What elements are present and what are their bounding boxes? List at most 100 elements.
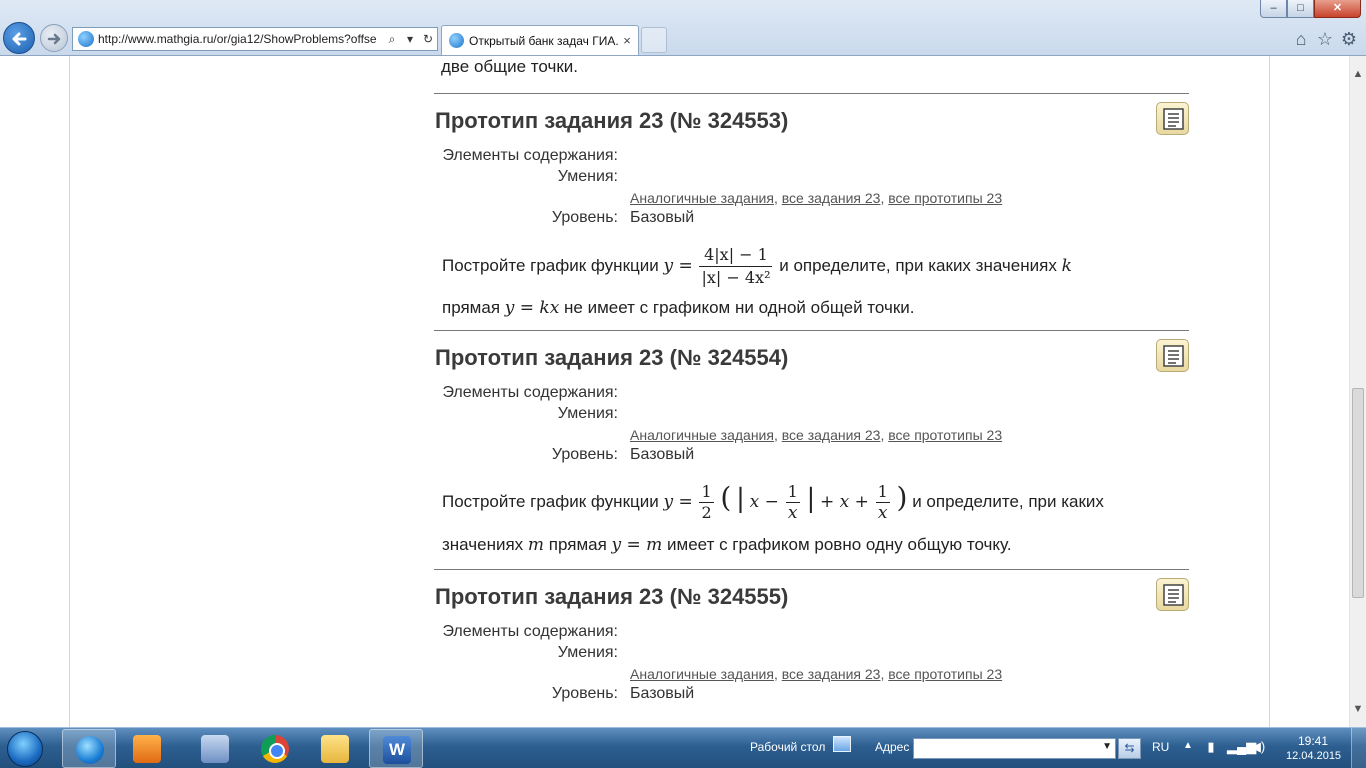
folder-icon bbox=[321, 735, 349, 763]
level-value: Базовый bbox=[630, 446, 695, 463]
label-skills: Умения: bbox=[557, 644, 618, 661]
forward-button[interactable] bbox=[40, 24, 68, 52]
statement-text: значениях bbox=[442, 535, 524, 554]
clock-time[interactable]: 19:41 bbox=[1298, 734, 1328, 748]
paren-open: ( bbox=[720, 481, 732, 514]
word-icon: W bbox=[383, 736, 411, 764]
new-tab-button[interactable] bbox=[641, 27, 667, 53]
divider bbox=[434, 330, 1189, 331]
usb-device-icon[interactable]: ▮ bbox=[1203, 739, 1219, 755]
inner-denominator: x bbox=[785, 502, 800, 523]
statement-text: имеет с графиком ровно одну общую точку. bbox=[667, 535, 1012, 554]
formula-fraction: 4|x| − 1 |x| − 4x² bbox=[699, 244, 773, 289]
taskbar-address-input[interactable]: ▼ bbox=[913, 738, 1116, 759]
internet-explorer-icon bbox=[76, 736, 104, 764]
taskbar-ie-button[interactable] bbox=[62, 729, 116, 768]
taskbar: W Рабочий стол Адрес ▼ ⇆ RU ▲ ▮ ▂▄▆ ◀) 1… bbox=[0, 727, 1366, 768]
close-window-button[interactable]: ✕ bbox=[1314, 0, 1361, 18]
search-icon[interactable]: ⌕ bbox=[383, 32, 401, 47]
tab-title: Открытый банк задач ГИА... bbox=[469, 33, 619, 48]
address-dropdown-icon[interactable]: ▾ bbox=[401, 32, 419, 46]
problem-statement-line1: Постройте график функции y = 4|x| − 1 |x… bbox=[442, 244, 1072, 289]
back-arrow-icon bbox=[12, 32, 27, 46]
all-tasks-link[interactable]: все задания 23 bbox=[782, 190, 881, 206]
label-level: Уровень: bbox=[551, 446, 618, 463]
similar-tasks-link[interactable]: Аналогичные задания bbox=[630, 427, 774, 443]
similar-tasks-link[interactable]: Аналогичные задания bbox=[630, 666, 774, 682]
all-tasks-link[interactable]: все задания 23 bbox=[782, 427, 881, 443]
problem-doc-button[interactable] bbox=[1156, 339, 1189, 372]
language-indicator[interactable]: RU bbox=[1152, 740, 1169, 754]
tools-gear-icon[interactable]: ⚙ bbox=[1339, 29, 1359, 49]
back-button[interactable] bbox=[3, 22, 35, 54]
problem-title: Прототип задания 23 (№ 324555) bbox=[435, 584, 789, 609]
statement-text: прямая bbox=[442, 298, 501, 317]
desktop-icon[interactable] bbox=[833, 736, 851, 752]
previous-problem-tail: две общие точки. bbox=[441, 57, 578, 76]
all-prototypes-link[interactable]: все прототипы 23 bbox=[888, 190, 1002, 206]
address-bar[interactable]: http://www.mathgia.ru/or/gia12/ShowProbl… bbox=[72, 27, 438, 51]
minimize-button[interactable]: – bbox=[1260, 0, 1287, 18]
statement-text: и определите, при каких значениях bbox=[779, 255, 1057, 275]
statement-text: не имеет с графиком ни одной общей точки… bbox=[564, 298, 915, 317]
favorites-star-icon[interactable]: ☆ bbox=[1315, 29, 1335, 49]
taskbar-media-button[interactable] bbox=[120, 729, 174, 768]
statement-text: и определите, при каких bbox=[912, 492, 1104, 511]
show-hidden-icons-icon[interactable]: ▲ bbox=[1183, 740, 1193, 751]
label-content-elements: Элементы содержания: bbox=[442, 623, 618, 640]
abs-open: | bbox=[736, 484, 745, 514]
document-icon bbox=[1163, 584, 1184, 606]
maximize-button[interactable]: □ bbox=[1287, 0, 1314, 18]
link-separator: , bbox=[773, 190, 782, 206]
refresh-icon[interactable]: ↻ bbox=[419, 32, 437, 46]
scroll-up-arrow-icon[interactable]: ▲ bbox=[1350, 68, 1366, 84]
tab-active[interactable]: Открытый банк задач ГИА... × bbox=[441, 25, 639, 55]
divider bbox=[434, 569, 1189, 570]
paint-icon bbox=[201, 735, 229, 763]
inner-fraction: 1 x bbox=[785, 482, 800, 523]
label-skills: Умения: bbox=[557, 405, 618, 422]
problem-doc-button[interactable] bbox=[1156, 578, 1189, 611]
all-prototypes-link[interactable]: все прототипы 23 bbox=[888, 427, 1002, 443]
divider bbox=[434, 93, 1189, 94]
home-icon[interactable]: ⌂ bbox=[1291, 29, 1311, 49]
level-value: Базовый bbox=[630, 209, 695, 226]
taskbar-paint-button[interactable] bbox=[188, 729, 242, 768]
scroll-down-arrow-icon[interactable]: ▼ bbox=[1350, 703, 1366, 719]
tail-fraction: 1 x bbox=[875, 482, 890, 523]
start-button[interactable] bbox=[2, 729, 48, 768]
desktop-toolbar-label[interactable]: Рабочий стол bbox=[750, 740, 825, 754]
link-separator: , bbox=[773, 666, 782, 682]
half-denominator: 2 bbox=[699, 502, 714, 523]
label-skills: Умения: bbox=[557, 168, 618, 185]
taskbar-word-button[interactable]: W bbox=[369, 729, 423, 768]
volume-icon[interactable]: ◀) bbox=[1250, 739, 1266, 755]
taskbar-explorer-button[interactable] bbox=[308, 729, 362, 768]
all-tasks-link[interactable]: все задания 23 bbox=[782, 666, 881, 682]
formula-part: + x + bbox=[819, 492, 869, 512]
forward-arrow-icon bbox=[47, 33, 61, 45]
address-dropdown-icon[interactable]: ▼ bbox=[1102, 741, 1112, 752]
go-icon[interactable]: ⇆ bbox=[1118, 738, 1141, 759]
vertical-scrollbar[interactable]: ▲ ▼ bbox=[1349, 56, 1366, 727]
tab-close-icon[interactable]: × bbox=[619, 33, 635, 48]
address-url[interactable]: http://www.mathgia.ru/or/gia12/ShowProbl… bbox=[98, 32, 383, 46]
address-toolbar-label: Адрес bbox=[875, 740, 910, 754]
clock-date[interactable]: 12.04.2015 bbox=[1286, 750, 1341, 762]
content-column bbox=[69, 56, 1270, 727]
formula-variable: m bbox=[527, 535, 545, 555]
scrollbar-thumb[interactable] bbox=[1352, 388, 1364, 598]
all-prototypes-link[interactable]: все прототипы 23 bbox=[888, 666, 1002, 682]
tail-numerator: 1 bbox=[877, 482, 888, 502]
document-icon bbox=[1163, 345, 1184, 367]
link-separator: , bbox=[773, 427, 782, 443]
problem-doc-button[interactable] bbox=[1156, 102, 1189, 135]
half-numerator: 1 bbox=[701, 482, 712, 502]
show-desktop-button[interactable] bbox=[1351, 728, 1366, 768]
taskbar-chrome-button[interactable] bbox=[248, 729, 302, 768]
formula-lhs: y = bbox=[663, 492, 693, 512]
label-content-elements: Элементы содержания: bbox=[442, 384, 618, 401]
similar-tasks-link[interactable]: Аналогичные задания bbox=[630, 190, 774, 206]
fraction-numerator: 4|x| − 1 bbox=[704, 245, 768, 264]
network-signal-icon[interactable]: ▂▄▆ bbox=[1227, 739, 1256, 755]
